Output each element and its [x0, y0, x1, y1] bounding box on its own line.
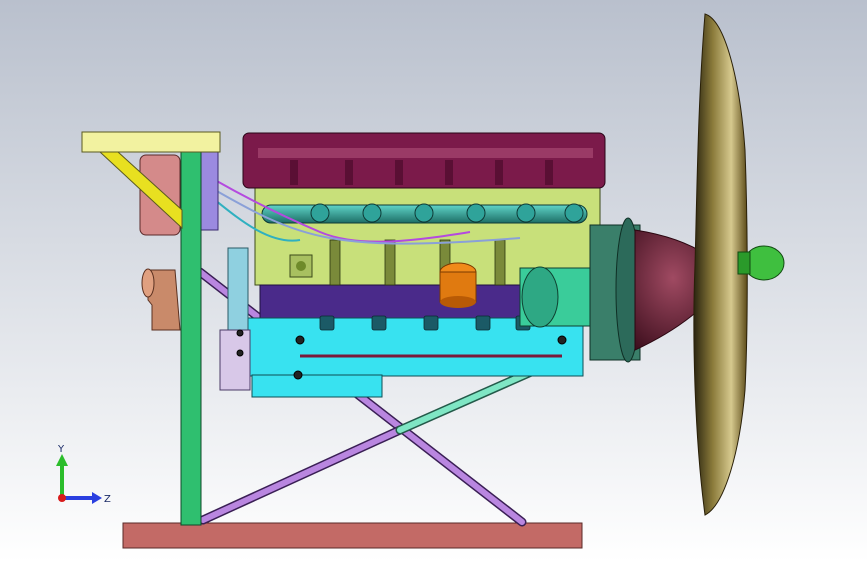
cad-viewport[interactable]: Y Z [0, 0, 867, 562]
frame-post[interactable] [180, 134, 202, 526]
z-axis-label: Z [104, 494, 111, 505]
oil-cap[interactable] [439, 262, 477, 308]
y-axis-label: Y [57, 444, 65, 455]
base-plate[interactable] [122, 522, 583, 549]
engine-assembly-model[interactable] [0, 0, 867, 562]
x-axis-dot [58, 494, 66, 502]
axis-triad: Y Z [56, 444, 111, 505]
valve-cover[interactable] [242, 132, 606, 189]
elbow-pipe[interactable] [141, 268, 181, 331]
